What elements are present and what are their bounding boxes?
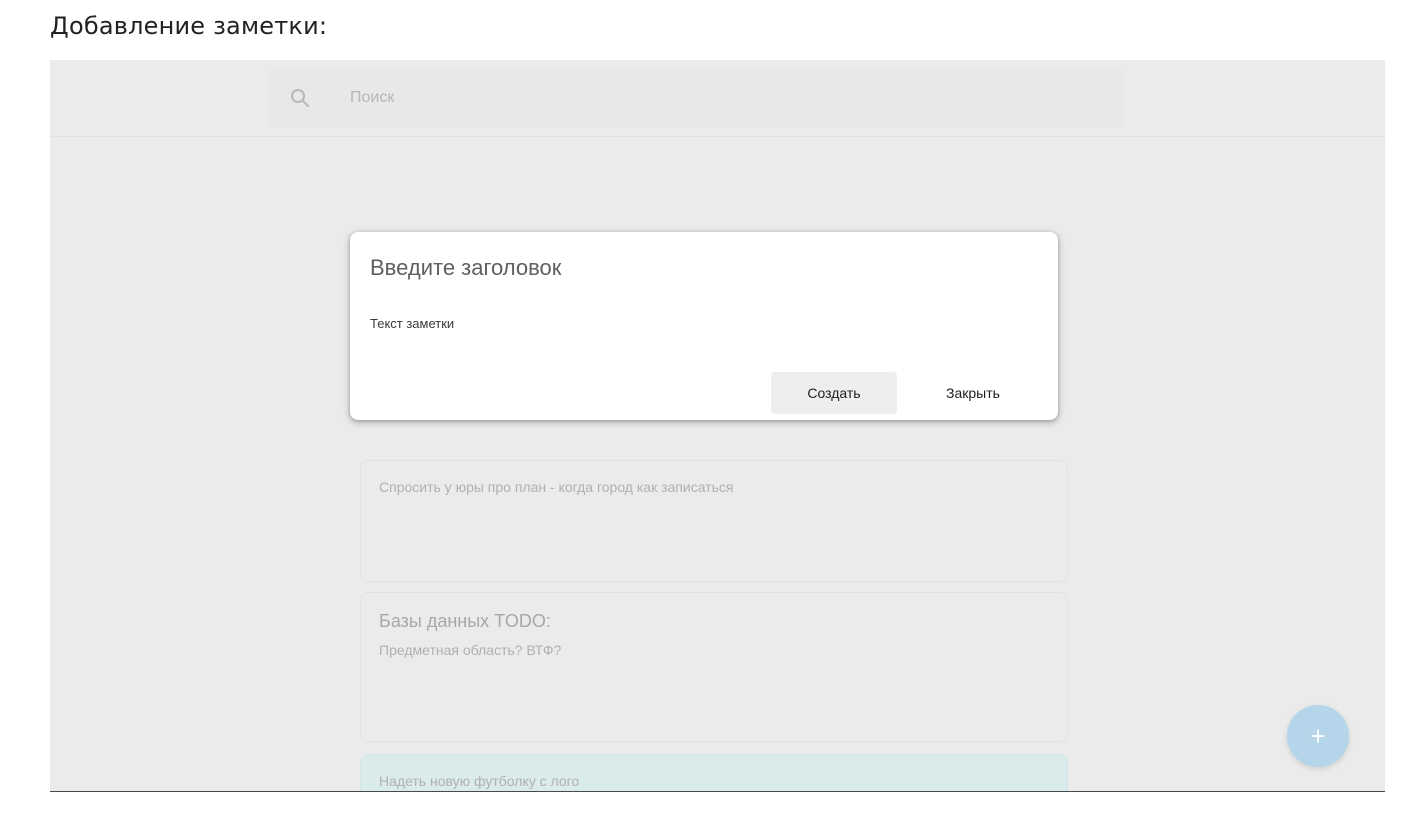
app-screenshot: Спросить у юры про план - когда город ка… xyxy=(50,60,1385,792)
note-text: Предметная область? ВТФ? xyxy=(379,642,562,658)
plus-icon: + xyxy=(1310,720,1326,751)
search-box[interactable] xyxy=(268,68,1123,128)
close-button[interactable]: Закрыть xyxy=(910,372,1036,414)
document-heading: Добавление заметки: xyxy=(50,12,328,40)
note-title: Базы данных TODO: xyxy=(379,611,551,631)
top-bar xyxy=(50,60,1385,137)
create-button[interactable]: Создать xyxy=(771,372,897,414)
divider xyxy=(50,791,1385,792)
note-card[interactable]: Спросить у юры про план - когда город ка… xyxy=(360,460,1068,582)
note-card[interactable]: Надеть новую футболку с лого xyxy=(360,754,1068,792)
note-text: Надеть новую футболку с лого xyxy=(379,773,580,789)
note-title-input[interactable] xyxy=(370,252,1030,284)
add-note-dialog: Создать Закрыть xyxy=(350,232,1058,420)
note-card[interactable]: Базы данных TODO: Предметная область? ВТ… xyxy=(360,592,1068,742)
add-note-button[interactable]: + xyxy=(1287,705,1349,767)
note-text: Спросить у юры про план - когда город ка… xyxy=(379,479,734,495)
search-input[interactable] xyxy=(350,86,1050,110)
note-text-input[interactable] xyxy=(370,316,1030,338)
search-icon xyxy=(288,86,312,110)
